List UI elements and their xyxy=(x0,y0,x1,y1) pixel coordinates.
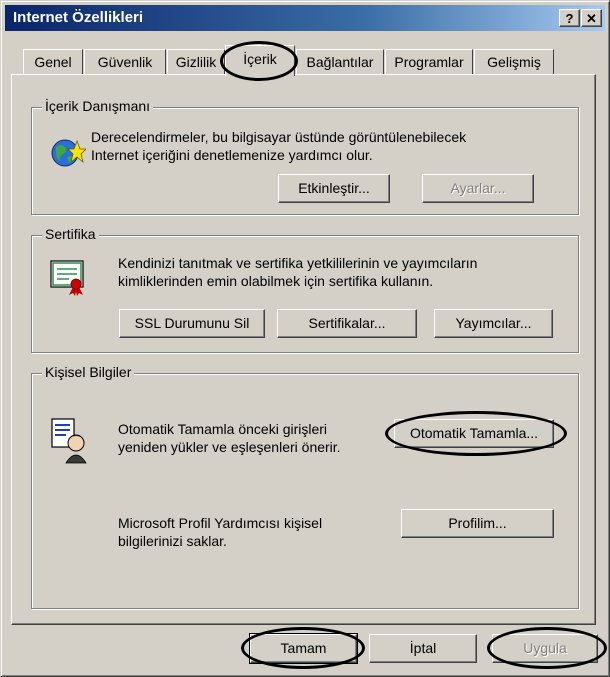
profile-desc-1: Microsoft Profil Yardımcısı kişisel xyxy=(118,515,323,531)
internet-options-dialog: Internet Özellikleri ? ✕ Genel Güvenlik … xyxy=(0,0,610,677)
clear-ssl-button[interactable]: SSL Durumunu Sil xyxy=(119,309,265,338)
autocomplete-button[interactable]: Otomatik Tamamla... xyxy=(394,419,554,448)
tab-privacy[interactable]: Gizlilik xyxy=(167,49,225,75)
tab-advanced[interactable]: Gelişmiş xyxy=(474,49,554,75)
content-advisor-desc-1: Derecelendirmeler, bu bilgisayar üstünde… xyxy=(91,129,467,145)
cancel-button[interactable]: İptal xyxy=(369,634,477,663)
autocomplete-desc-2: yeniden yükler ve eşleşenleri önerir. xyxy=(118,439,341,455)
tab-content[interactable]: İçerik xyxy=(225,45,295,76)
settings-button[interactable]: Ayarlar... xyxy=(422,174,534,203)
certificates-button[interactable]: Sertifikalar... xyxy=(277,309,417,338)
profile-desc-2: bilgilerinizi saklar. xyxy=(118,533,227,549)
enable-button[interactable]: Etkinleştir... xyxy=(278,174,390,203)
window-title: Internet Özellikleri xyxy=(13,9,144,26)
help-button[interactable]: ? xyxy=(559,9,580,27)
tab-general[interactable]: Genel xyxy=(23,49,83,75)
profile-assistant-icon xyxy=(51,418,87,464)
tab-connections[interactable]: Bağlantılar xyxy=(296,49,384,75)
my-profile-button[interactable]: Profilim... xyxy=(401,509,554,538)
content-advisor-desc-2: Internet içeriğini denetlemenize yardımc… xyxy=(91,147,373,163)
close-button[interactable]: ✕ xyxy=(581,9,602,27)
globe-star-icon xyxy=(51,139,86,167)
personal-info-legend: Kişisel Bilgiler xyxy=(42,364,135,380)
personal-info-group: Kişisel Bilgiler xyxy=(31,364,579,609)
certificates-legend: Sertifika xyxy=(42,226,99,242)
tab-programs[interactable]: Programlar xyxy=(385,49,473,75)
clear-ssl-label: SSL Durumunu Sil xyxy=(134,315,250,331)
apply-button[interactable]: Uygula xyxy=(492,634,598,663)
autocomplete-desc-1: Otomatik Tamamla önceki girişleri xyxy=(118,421,328,437)
certificates-desc-2: kimliklerinden emin olabilmek için serti… xyxy=(118,273,434,289)
content-advisor-legend: İçerik Danışmanı xyxy=(42,98,154,114)
tab-security[interactable]: Güvenlik xyxy=(84,49,166,75)
publishers-button[interactable]: Yayımcılar... xyxy=(434,309,553,338)
certificate-icon xyxy=(50,260,84,296)
title-bar[interactable]: Internet Özellikleri ? ✕ xyxy=(5,5,605,31)
ok-button[interactable]: Tamam xyxy=(249,633,358,664)
certificates-desc-1: Kendinizi tanıtmak ve sertifika yetkilil… xyxy=(118,255,478,271)
